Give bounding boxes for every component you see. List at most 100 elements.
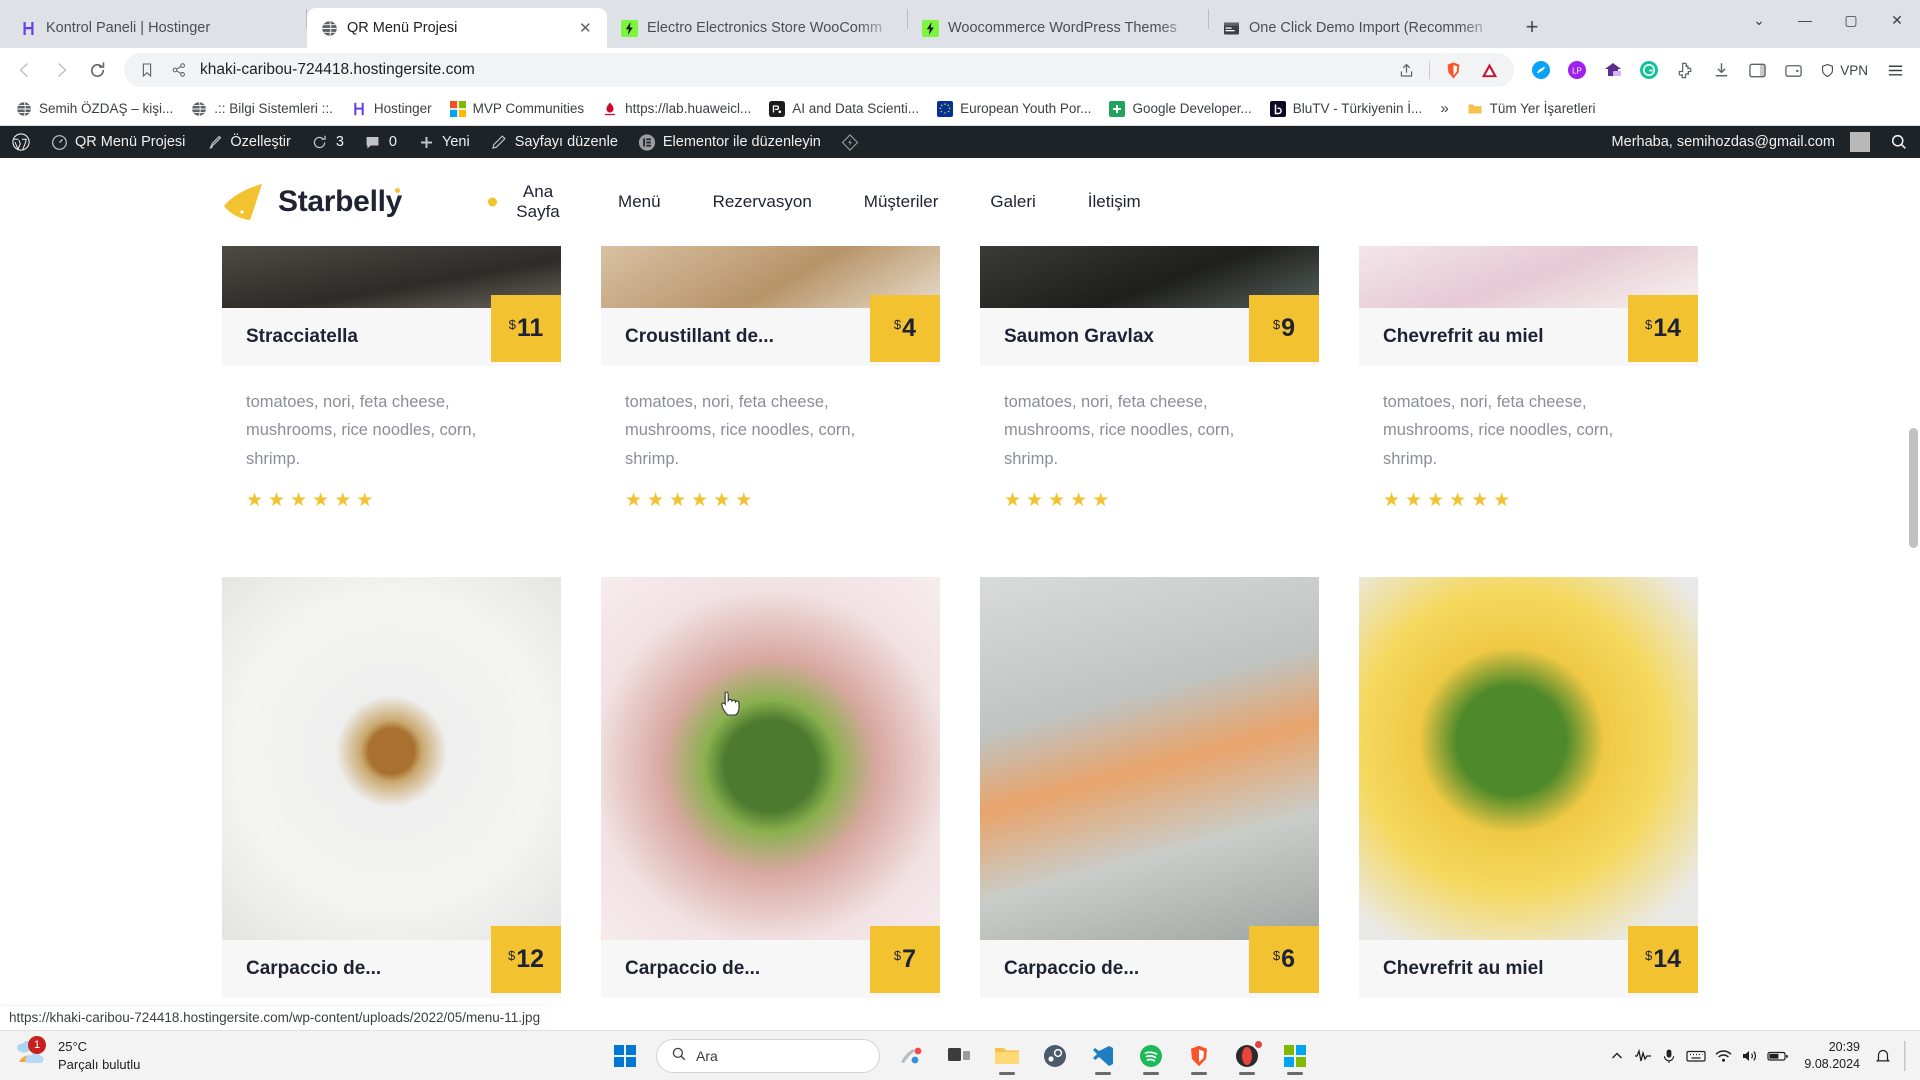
- scrollbar-thumb[interactable]: [1909, 428, 1918, 548]
- nav-item-galeri[interactable]: Galeri: [964, 192, 1061, 212]
- share-icon[interactable]: [1393, 53, 1419, 87]
- admin-updates-button[interactable]: 3: [301, 126, 354, 158]
- bookmark-item[interactable]: BluTV - Türkiyenin İ...: [1262, 97, 1431, 121]
- noodle-bowl-photo[interactable]: [601, 576, 940, 940]
- admin-search-button[interactable]: [1880, 126, 1918, 158]
- nav-item-ana-sayfa[interactable]: Ana Sayfa: [484, 182, 592, 221]
- keyboard-icon[interactable]: [1686, 1048, 1706, 1064]
- bookmark-item[interactable]: Hostinger: [343, 97, 440, 121]
- equalizer-icon[interactable]: [1634, 1048, 1652, 1064]
- nav-item-rezervasyon[interactable]: Rezervasyon: [687, 192, 838, 212]
- battery-icon[interactable]: [1767, 1048, 1789, 1064]
- reload-icon[interactable]: [80, 53, 114, 87]
- menu-card[interactable]: Saumon Gravlax $ 9 tomatoes, nori, feta …: [980, 246, 1319, 545]
- bookmark-item[interactable]: .:: Bilgi Sistemleri ::.: [183, 97, 341, 121]
- menu-card[interactable]: Carpaccio de... $ 6: [980, 576, 1319, 1030]
- grammarly-extension-icon[interactable]: [1632, 53, 1666, 87]
- bookmark-item[interactable]: European Youth Por...: [929, 97, 1099, 121]
- minimize-button[interactable]: —: [1782, 0, 1828, 40]
- bookmark-folder-all[interactable]: Tüm Yer İşaretleri: [1459, 97, 1604, 121]
- shazam-extension-icon[interactable]: [1524, 53, 1558, 87]
- taskbar-search-box[interactable]: Ara: [656, 1038, 880, 1073]
- task-view-icon[interactable]: [938, 1035, 980, 1077]
- admin-site-name-button[interactable]: QR Menü Projesi: [40, 126, 195, 158]
- wordpress-logo-button[interactable]: [2, 126, 40, 158]
- menu-card[interactable]: Carpaccio de... $ 7: [601, 576, 940, 1030]
- admin-performance-button[interactable]: [831, 126, 869, 158]
- adblock-icon[interactable]: [1476, 53, 1502, 87]
- browser-tab-electro[interactable]: Electro Electronics Store WooComm: [607, 8, 907, 48]
- brave-shields-icon[interactable]: [1440, 53, 1466, 87]
- page-scrollbar[interactable]: [1905, 158, 1920, 1030]
- site-info-icon[interactable]: [168, 53, 190, 87]
- menu-card[interactable]: Croustillant de... $ 4 tomatoes, nori, f…: [601, 246, 940, 545]
- admin-comments-button[interactable]: 0: [354, 126, 407, 158]
- browser-tab-woocommerce[interactable]: Woocommerce WordPress Themes: [908, 8, 1208, 48]
- vpn-button[interactable]: VPN: [1812, 55, 1876, 85]
- search-input[interactable]: Ara: [696, 1048, 718, 1064]
- forward-icon[interactable]: [44, 53, 78, 87]
- maximize-button[interactable]: ▢: [1828, 0, 1874, 40]
- star-icon: ★: [1026, 490, 1044, 512]
- lastpass-extension-icon[interactable]: LP: [1560, 53, 1594, 87]
- browser-tab-qr-menu[interactable]: QR Menü Projesi ✕: [307, 8, 607, 48]
- bookmark-icon[interactable]: [136, 53, 158, 87]
- volume-icon[interactable]: [1741, 1048, 1758, 1064]
- iced-tea-photo[interactable]: [980, 576, 1319, 940]
- address-bar[interactable]: khaki-caribou-724418.hostingersite.com: [124, 53, 1515, 87]
- soup-bowl-photo[interactable]: [222, 576, 561, 940]
- nav-item-musteriler[interactable]: Müşteriler: [838, 192, 965, 212]
- admin-new-button[interactable]: Yeni: [407, 126, 480, 158]
- menu-card[interactable]: Chevrefrit au miel $ 14: [1359, 576, 1698, 1030]
- wallet-icon[interactable]: [1776, 53, 1810, 87]
- vscode-icon[interactable]: [1082, 1035, 1124, 1077]
- star-icon: ★: [735, 490, 753, 512]
- opera-icon[interactable]: [1226, 1035, 1268, 1077]
- notification-icon[interactable]: [1875, 1048, 1891, 1064]
- wifi-icon[interactable]: [1715, 1048, 1732, 1064]
- browser-tab-demo-import[interactable]: One Click Demo Import (Recommen: [1209, 8, 1509, 48]
- sidebar-toggle-icon[interactable]: [1740, 53, 1774, 87]
- close-window-button[interactable]: ✕: [1874, 0, 1920, 40]
- desktop-peek-button[interactable]: [1900, 1040, 1912, 1071]
- browser-tab-hostinger[interactable]: Kontrol Paneli | Hostinger: [6, 8, 306, 48]
- taskbar-weather-widget[interactable]: 1 25°C Parçalı bulutlu: [0, 1036, 140, 1073]
- xbox-icon[interactable]: [1274, 1035, 1316, 1077]
- mic-icon[interactable]: [1661, 1048, 1677, 1064]
- close-icon[interactable]: ✕: [579, 21, 595, 36]
- tab-search-chevron-icon[interactable]: ⌄: [1736, 0, 1782, 40]
- admin-edit-page-button[interactable]: Sayfayı düzenle: [480, 126, 628, 158]
- menu-card[interactable]: Chevrefrit au miel $ 14 tomatoes, nori, …: [1359, 246, 1698, 545]
- admin-customize-button[interactable]: Özelleştir: [195, 126, 300, 158]
- browser-menu-icon[interactable]: [1878, 53, 1912, 87]
- nav-label: Menü: [618, 192, 661, 212]
- file-explorer-icon[interactable]: [986, 1035, 1028, 1077]
- admin-elementor-button[interactable]: Elementor ile düzenleyin: [628, 126, 831, 158]
- windows-start-icon[interactable]: [604, 1035, 646, 1077]
- admin-item-label: Özelleştir: [230, 134, 291, 150]
- back-icon[interactable]: [8, 53, 42, 87]
- brave-icon[interactable]: [1178, 1035, 1220, 1077]
- bookmark-item[interactable]: MVP Communities: [442, 97, 593, 121]
- spotify-icon[interactable]: [1130, 1035, 1172, 1077]
- bookmark-item[interactable]: https://lab.huaweicl...: [594, 97, 759, 121]
- menu-card[interactable]: Carpaccio de... $ 12: [222, 576, 561, 1030]
- menu-card[interactable]: Stracciatella $ 11 tomatoes, nori, feta …: [222, 246, 561, 545]
- bookmark-item[interactable]: Google Developer...: [1101, 97, 1259, 121]
- downloads-icon[interactable]: [1704, 53, 1738, 87]
- site-logo[interactable]: Starbelly: [222, 182, 402, 222]
- admin-account-greeting[interactable]: Merhaba, semihozdas@gmail.com: [1602, 126, 1880, 158]
- taskbar-clock[interactable]: 20:39 9.08.2024: [1798, 1039, 1866, 1073]
- bookmark-item[interactable]: Semih ÖZDAŞ – kişi...: [8, 97, 181, 121]
- lemonade-photo[interactable]: [1359, 576, 1698, 940]
- puzzle-extensions-icon[interactable]: [1668, 53, 1702, 87]
- new-tab-button[interactable]: +: [1515, 10, 1549, 44]
- chevron-up-icon[interactable]: [1609, 1048, 1625, 1064]
- snipping-tool-icon[interactable]: [890, 1035, 932, 1077]
- bookmark-item[interactable]: AI and Data Scienti...: [761, 97, 927, 121]
- nav-item-iletisim[interactable]: İletişim: [1062, 192, 1167, 212]
- bookmarks-overflow-button[interactable]: »: [1432, 100, 1456, 117]
- home-extension-icon[interactable]: [1596, 53, 1630, 87]
- steam-icon[interactable]: [1034, 1035, 1076, 1077]
- nav-item-menu[interactable]: Menü: [592, 192, 687, 212]
